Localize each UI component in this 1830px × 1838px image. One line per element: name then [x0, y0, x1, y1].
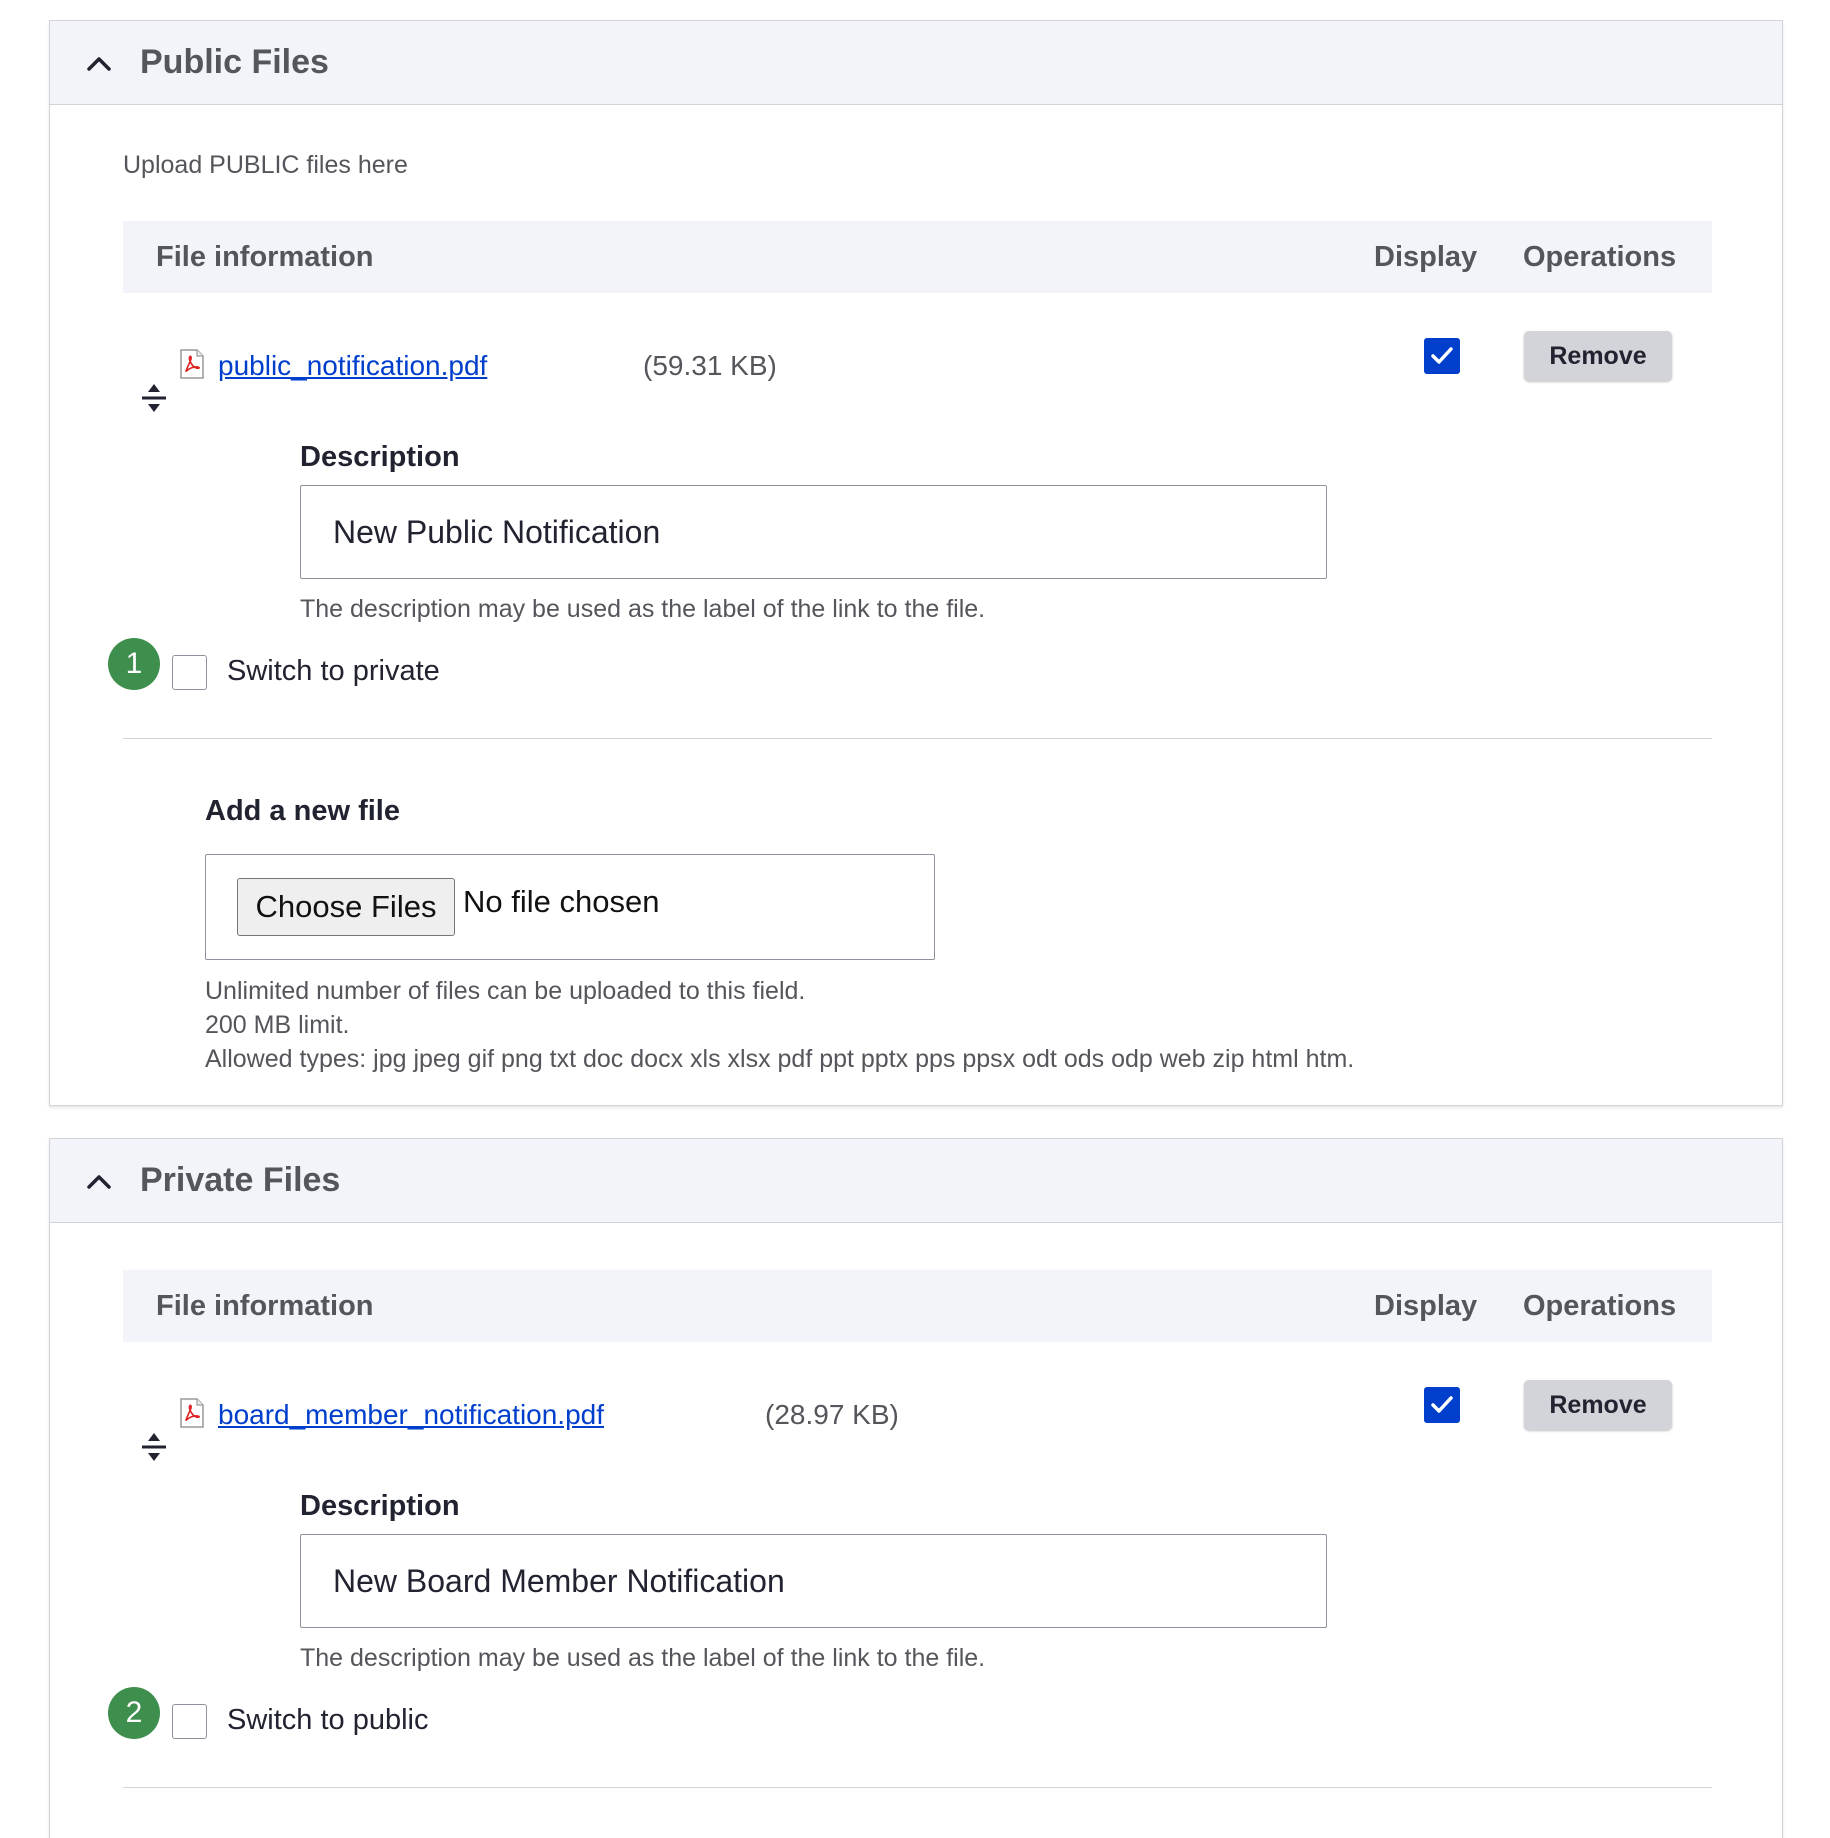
description-input[interactable]: [300, 485, 1327, 579]
private-files-panel: Private Files File information Display O…: [49, 1138, 1783, 1838]
chevron-up-icon[interactable]: [84, 1167, 114, 1197]
drag-handle-icon[interactable]: [139, 381, 169, 415]
no-file-chosen-text: No file chosen: [463, 884, 660, 919]
drag-handle-icon[interactable]: [139, 1430, 169, 1464]
column-display: Display: [1374, 1290, 1478, 1322]
add-new-file-label: Add a new file: [205, 795, 400, 827]
private-files-header[interactable]: Private Files: [50, 1139, 1782, 1223]
upload-help-line: 200 MB limit.: [205, 1011, 350, 1039]
switch-to-public-label[interactable]: Switch to public: [227, 1702, 429, 1738]
panel-title: Private Files: [140, 1161, 341, 1199]
column-operations: Operations: [1523, 1290, 1677, 1322]
column-display: Display: [1374, 241, 1478, 273]
pdf-file-icon: [180, 1398, 204, 1428]
column-operations: Operations: [1523, 241, 1677, 273]
choose-files-button[interactable]: Choose Files: [237, 878, 455, 936]
upload-help-line: Unlimited number of files can be uploade…: [205, 977, 806, 1005]
description-help-text: The description may be used as the label…: [300, 595, 986, 623]
description-help-text: The description may be used as the label…: [300, 1644, 986, 1672]
switch-to-private-label[interactable]: Switch to private: [227, 653, 440, 689]
pdf-file-icon: [180, 349, 204, 379]
column-file-information: File information: [156, 241, 374, 273]
remove-button[interactable]: Remove: [1524, 1380, 1672, 1430]
table-row: board_member_notification.pdf (28.97 KB)…: [123, 1342, 1712, 1742]
file-size: (28.97 KB): [765, 1399, 899, 1430]
public-files-panel: Public Files Upload PUBLIC files here Fi…: [49, 20, 1783, 1106]
step-badge: 2: [108, 1687, 160, 1739]
table-row: public_notification.pdf (59.31 KB) Remov…: [123, 293, 1712, 693]
switch-to-public-checkbox[interactable]: [172, 1704, 207, 1739]
description-label: Description: [300, 1490, 460, 1522]
chevron-up-icon[interactable]: [84, 49, 114, 79]
files-table-header: File information Display Operations: [123, 221, 1712, 293]
remove-button[interactable]: Remove: [1524, 331, 1672, 381]
divider: [123, 738, 1712, 739]
display-checkbox[interactable]: [1424, 1387, 1460, 1423]
upload-help-text: Unlimited number of files can be uploade…: [205, 974, 1354, 1076]
description-input[interactable]: [300, 1534, 1327, 1628]
display-checkbox[interactable]: [1424, 338, 1460, 374]
panel-title: Public Files: [140, 43, 329, 81]
public-files-header[interactable]: Public Files: [50, 21, 1782, 105]
switch-to-private-checkbox[interactable]: [172, 655, 207, 690]
file-link[interactable]: public_notification.pdf: [218, 349, 487, 383]
checkmark-icon: [1431, 347, 1453, 364]
column-file-information: File information: [156, 1290, 374, 1322]
description-label: Description: [300, 441, 460, 473]
files-table-header: File information Display Operations: [123, 1270, 1712, 1342]
step-badge: 1: [108, 638, 160, 690]
file-link[interactable]: board_member_notification.pdf: [218, 1398, 604, 1432]
upload-helper-text: Upload PUBLIC files here: [123, 151, 408, 179]
file-upload-field[interactable]: Choose Files No file chosen: [205, 854, 935, 960]
upload-help-line: Allowed types: jpg jpeg gif png txt doc …: [205, 1045, 1355, 1073]
file-size: (59.31 KB): [643, 350, 777, 381]
checkmark-icon: [1431, 1396, 1453, 1413]
